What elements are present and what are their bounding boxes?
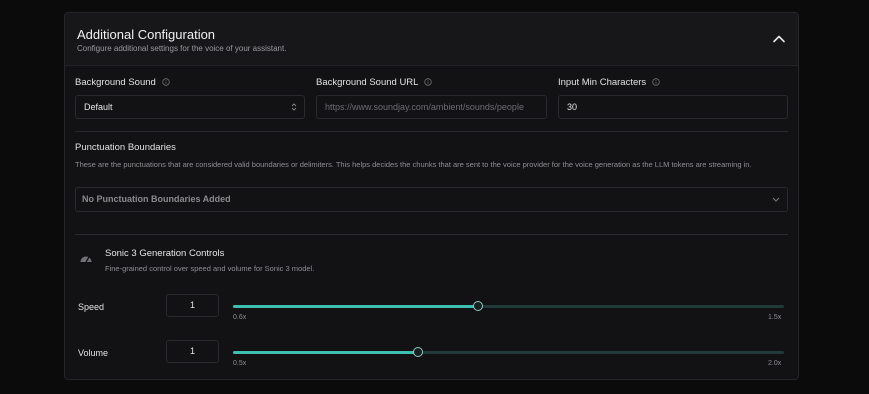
volume-slider[interactable]: [233, 347, 784, 357]
background-sound-url-label: Background Sound URL: [316, 77, 433, 88]
speed-min-label: 0.6x: [233, 314, 247, 321]
volume-min-label: 0.5x: [233, 360, 247, 367]
info-icon: [652, 78, 660, 86]
speed-slider-thumb[interactable]: [473, 301, 484, 311]
punctuation-boundaries-description: These are the punctuations that are cons…: [75, 160, 752, 169]
gauge-icon: [80, 256, 92, 263]
chevron-up-icon[interactable]: [772, 32, 786, 46]
volume-input[interactable]: 1: [166, 340, 219, 363]
volume-slider-thumb[interactable]: [412, 347, 423, 357]
input-min-characters-input[interactable]: 30: [558, 95, 788, 119]
sonic-controls-subtitle: Fine-grained control over speed and volu…: [105, 264, 315, 273]
info-icon: [424, 78, 433, 86]
speed-label: Speed: [78, 302, 105, 312]
divider: [75, 234, 788, 235]
speed-max-label: 1.5x: [768, 314, 782, 321]
background-sound-label: Background Sound: [75, 77, 170, 88]
speed-slider-fill: [233, 305, 479, 308]
background-sound-select[interactable]: Default: [75, 95, 305, 119]
info-icon: [162, 78, 170, 86]
divider: [75, 131, 788, 132]
panel-header[interactable]: Additional Configuration Configure addit…: [65, 13, 798, 66]
punctuation-boundaries-select[interactable]: No Punctuation Boundaries Added: [75, 187, 788, 212]
panel-subtitle: Configure additional settings for the vo…: [77, 44, 287, 53]
chevron-down-icon: [772, 197, 780, 202]
additional-configuration-panel: Additional Configuration Configure addit…: [64, 12, 799, 380]
background-sound-url-input[interactable]: https://www.soundjay.com/ambient/sounds/…: [316, 95, 547, 119]
punctuation-boundaries-label: Punctuation Boundaries: [75, 142, 176, 153]
speed-input[interactable]: 1: [166, 294, 219, 317]
volume-slider-fill: [233, 351, 418, 354]
sonic-controls-title: Sonic 3 Generation Controls: [105, 248, 225, 259]
speed-slider[interactable]: [233, 301, 784, 311]
volume-label: Volume: [78, 348, 109, 358]
panel-title: Additional Configuration: [77, 27, 216, 42]
volume-max-label: 2.0x: [768, 360, 782, 367]
input-min-characters-label: Input Min Characters: [558, 77, 660, 88]
select-arrows-icon: [291, 103, 297, 111]
